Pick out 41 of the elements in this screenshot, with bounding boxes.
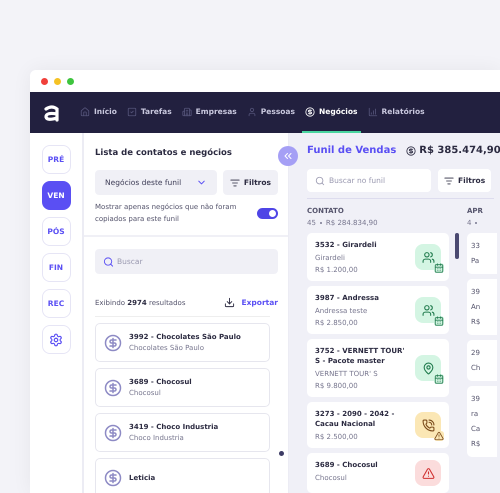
maximize-dot[interactable]	[67, 78, 74, 84]
filter-icon	[230, 178, 240, 188]
dollar-icon	[304, 106, 315, 116]
panel-title: Lista de contatos e negócios	[95, 148, 233, 158]
calendar-icon	[434, 263, 444, 273]
dollar-icon	[104, 334, 122, 352]
map-pin-icon	[422, 362, 434, 374]
dollar-icon	[104, 468, 122, 486]
calendar-icon	[434, 374, 444, 384]
collapse-button[interactable]	[278, 146, 298, 166]
people-icon	[422, 304, 434, 316]
board-total: R$ 385.474,90	[406, 145, 500, 156]
warning-icon	[422, 466, 434, 480]
search-icon	[103, 256, 114, 267]
person-icon	[246, 106, 257, 116]
dollar-icon	[406, 146, 416, 156]
settings-icon	[49, 332, 63, 346]
close-dot[interactable]	[41, 78, 48, 84]
download-icon	[224, 297, 236, 308]
scrollbar	[455, 233, 459, 259]
warning-icon	[434, 431, 444, 441]
scroll-indicator	[279, 451, 284, 456]
toggle-switch[interactable]	[257, 208, 278, 218]
dollar-icon	[104, 378, 122, 396]
search-icon	[315, 176, 325, 186]
filter-icon	[444, 176, 454, 186]
logo-icon	[43, 104, 61, 122]
checkbox-icon	[126, 106, 137, 116]
phone-icon	[422, 418, 434, 432]
people-icon	[422, 250, 434, 264]
house-icon	[80, 106, 90, 116]
dollar-icon	[104, 424, 122, 442]
building-icon	[182, 106, 192, 116]
settings-button[interactable]	[42, 325, 70, 354]
minimize-dot[interactable]	[54, 78, 61, 84]
double-chevron-icon	[282, 150, 294, 162]
bar-chart-icon	[368, 106, 378, 116]
board-title: Funil de Vendas	[307, 145, 396, 156]
calendar-icon	[434, 316, 444, 326]
separator-dot	[320, 222, 322, 224]
separator-dot	[475, 222, 478, 224]
